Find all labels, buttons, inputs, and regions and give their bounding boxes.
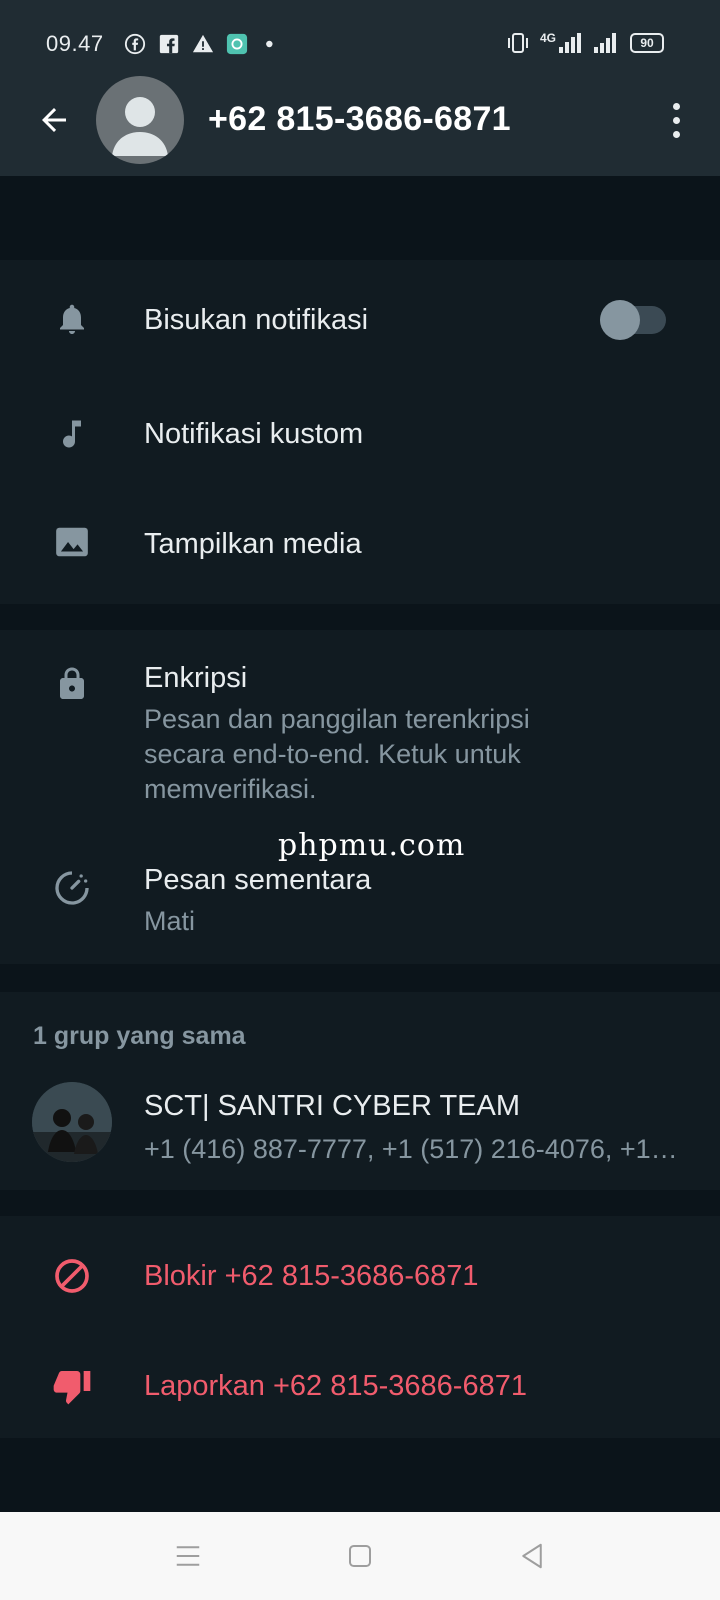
square-icon <box>349 1545 371 1567</box>
facebook-square-icon <box>159 34 179 54</box>
battery-icon: 90 <box>630 33 664 53</box>
timer-icon <box>50 866 94 910</box>
encryption-row[interactable]: Enkripsi Pesan dan panggilan terenkripsi… <box>0 654 720 804</box>
signal-2-icon <box>594 33 616 53</box>
lock-icon <box>50 662 94 706</box>
common-groups-header: 1 grup yang sama <box>33 1022 246 1050</box>
group-list-item[interactable]: SCT| SANTRI CYBER TEAM +1 (416) 887-7777… <box>0 1070 720 1180</box>
group-name: SCT| SANTRI CYBER TEAM <box>144 1090 520 1122</box>
custom-notifications-row[interactable]: Notifikasi kustom <box>0 398 720 490</box>
disappearing-messages-value: Mati <box>144 906 196 936</box>
encryption-title: Enkripsi <box>144 662 248 694</box>
battery-level: 90 <box>640 36 654 50</box>
app-bar: 09.47 4G 90 +62 815-3686-6871 <box>0 0 720 176</box>
disappearing-messages-title: Pesan sementara <box>144 864 372 896</box>
image-icon <box>50 520 94 564</box>
vibrate-icon <box>507 33 528 53</box>
group-avatar <box>32 1082 112 1162</box>
default-avatar-icon <box>112 97 168 156</box>
network-type-label: 4G <box>539 31 556 45</box>
report-contact-row[interactable]: Laporkan +62 815-3686-6871 <box>0 1338 720 1438</box>
group-members: +1 (416) 887-7777, +1 (517) 216-4076, +1… <box>144 1134 678 1164</box>
status-time: 09.47 <box>46 31 104 56</box>
recent-apps-button[interactable] <box>164 1532 212 1580</box>
app-notification-icon <box>226 33 248 55</box>
facebook-icon <box>124 33 146 55</box>
custom-notifications-label: Notifikasi kustom <box>144 418 364 450</box>
status-right-group: 4G 90 <box>506 31 664 54</box>
system-back-button[interactable] <box>508 1532 556 1580</box>
encryption-description: Pesan dan panggilan terenkripsi secara e… <box>144 704 530 804</box>
triangle-back-icon <box>522 1543 542 1569</box>
home-button[interactable] <box>336 1532 384 1580</box>
mute-toggle[interactable] <box>600 300 666 340</box>
status-bar: 09.47 4G 90 <box>0 24 720 64</box>
dot-icon <box>266 40 273 48</box>
bell-icon <box>50 297 94 341</box>
block-icon <box>50 1254 94 1298</box>
toggle-knob <box>600 300 640 340</box>
back-button[interactable] <box>34 100 74 140</box>
warning-icon <box>192 34 214 53</box>
disappearing-messages-row[interactable]: Pesan sementara Mati <box>0 856 720 956</box>
menu-icon <box>176 1546 200 1566</box>
show-media-label: Tampilkan media <box>144 528 362 560</box>
block-contact-row[interactable]: Blokir +62 815-3686-6871 <box>0 1228 720 1328</box>
arrow-left-icon <box>42 108 66 132</box>
mute-notifications-label: Bisukan notifikasi <box>144 304 369 336</box>
watermark: phpmu.com <box>278 828 466 863</box>
music-note-icon <box>50 412 94 456</box>
show-media-row[interactable]: Tampilkan media <box>0 508 720 600</box>
contact-avatar[interactable] <box>96 76 184 164</box>
block-contact-label: Blokir +62 815-3686-6871 <box>144 1260 479 1292</box>
contact-title[interactable]: +62 815-3686-6871 <box>208 100 511 139</box>
signal-icon <box>559 33 581 53</box>
system-navigation-bar <box>0 1512 720 1600</box>
thumbs-down-icon <box>50 1364 94 1408</box>
report-contact-label: Laporkan +62 815-3686-6871 <box>144 1370 527 1402</box>
more-options-button[interactable] <box>656 100 696 140</box>
